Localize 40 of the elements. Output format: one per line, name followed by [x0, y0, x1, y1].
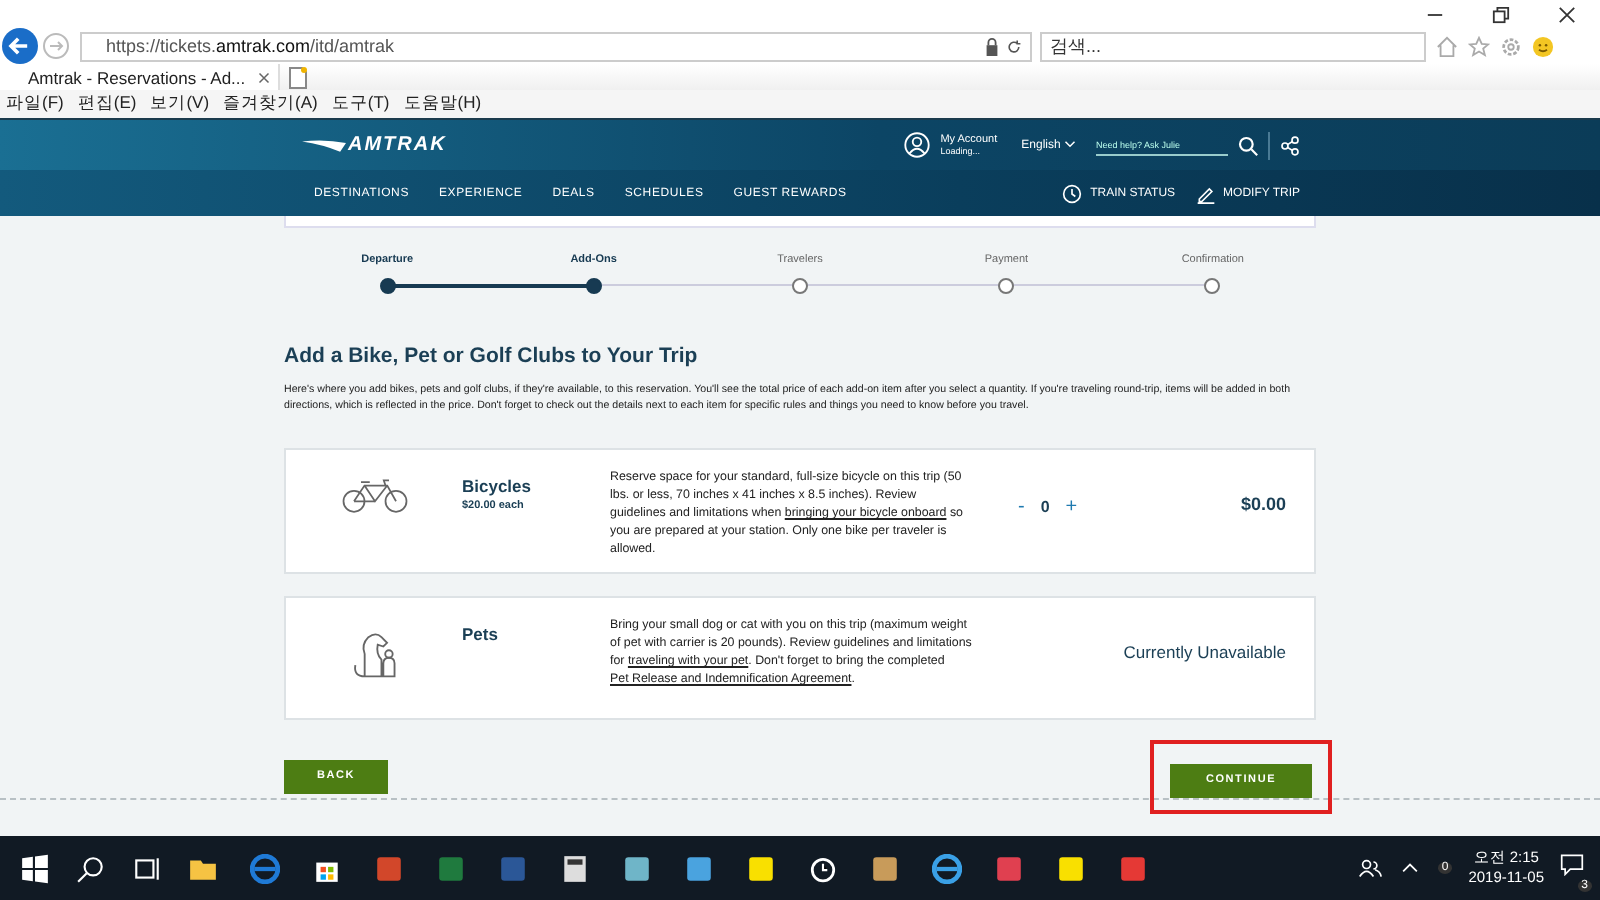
search-field[interactable]: 검색...: [1040, 31, 1426, 61]
menu-item[interactable]: 즐겨찾기(A): [223, 92, 318, 116]
search-icon[interactable]: [1238, 135, 1258, 155]
menu-item[interactable]: 파일(F): [6, 92, 64, 116]
close-icon[interactable]: [1558, 5, 1576, 23]
new-tab-icon[interactable]: [287, 66, 308, 90]
account-icon[interactable]: [904, 132, 931, 158]
restore-icon[interactable]: [1492, 5, 1510, 23]
url-text: https://tickets.amtrak.com/itd/amtrak: [106, 36, 397, 56]
people-icon[interactable]: [1357, 856, 1382, 880]
share-icon[interactable]: [1280, 135, 1300, 155]
menu-item[interactable]: 도움말(H): [403, 92, 482, 116]
start-icon[interactable]: [20, 853, 50, 883]
amtrak-logo[interactable]: AMTRAK: [302, 134, 447, 156]
lock-icon: [984, 37, 1000, 55]
increase-button[interactable]: +: [1061, 496, 1082, 518]
star-icon[interactable]: [1468, 35, 1490, 57]
close-icon[interactable]: [257, 71, 270, 83]
address-bar[interactable]: https://tickets.amtrak.com/itd/amtrak: [80, 31, 1032, 61]
page-heading: Add a Bike, Pet or Golf Clubs to Your Trip: [284, 344, 700, 368]
smiley-icon[interactable]: [1532, 35, 1554, 57]
task-view-icon[interactable]: [132, 853, 162, 883]
search-icon[interactable]: [76, 853, 106, 883]
refresh-icon[interactable]: [1006, 37, 1022, 55]
menu-item[interactable]: 편집(E): [77, 92, 137, 116]
notification-icon[interactable]: [1560, 852, 1584, 876]
pencil-icon: [1195, 183, 1216, 203]
bicycle-icon: [339, 478, 409, 514]
menu-item[interactable]: 보기(V): [150, 92, 210, 116]
addon-name: Bicycles: [462, 476, 533, 496]
history-icon: [1062, 183, 1083, 203]
chevron-down-icon: [1064, 139, 1076, 147]
decrease-button[interactable]: -: [1014, 496, 1029, 518]
back-button[interactable]: [2, 28, 38, 64]
addon-total: $0.00: [1240, 494, 1286, 514]
quantity-value: 0: [1040, 498, 1050, 516]
browser-tab[interactable]: Amtrak - Reservations - Ad...: [0, 64, 280, 90]
menu-item[interactable]: 도구(T): [331, 92, 390, 116]
addon-name: Pets: [462, 624, 500, 644]
availability-status: Currently Unavailable: [1123, 642, 1286, 662]
